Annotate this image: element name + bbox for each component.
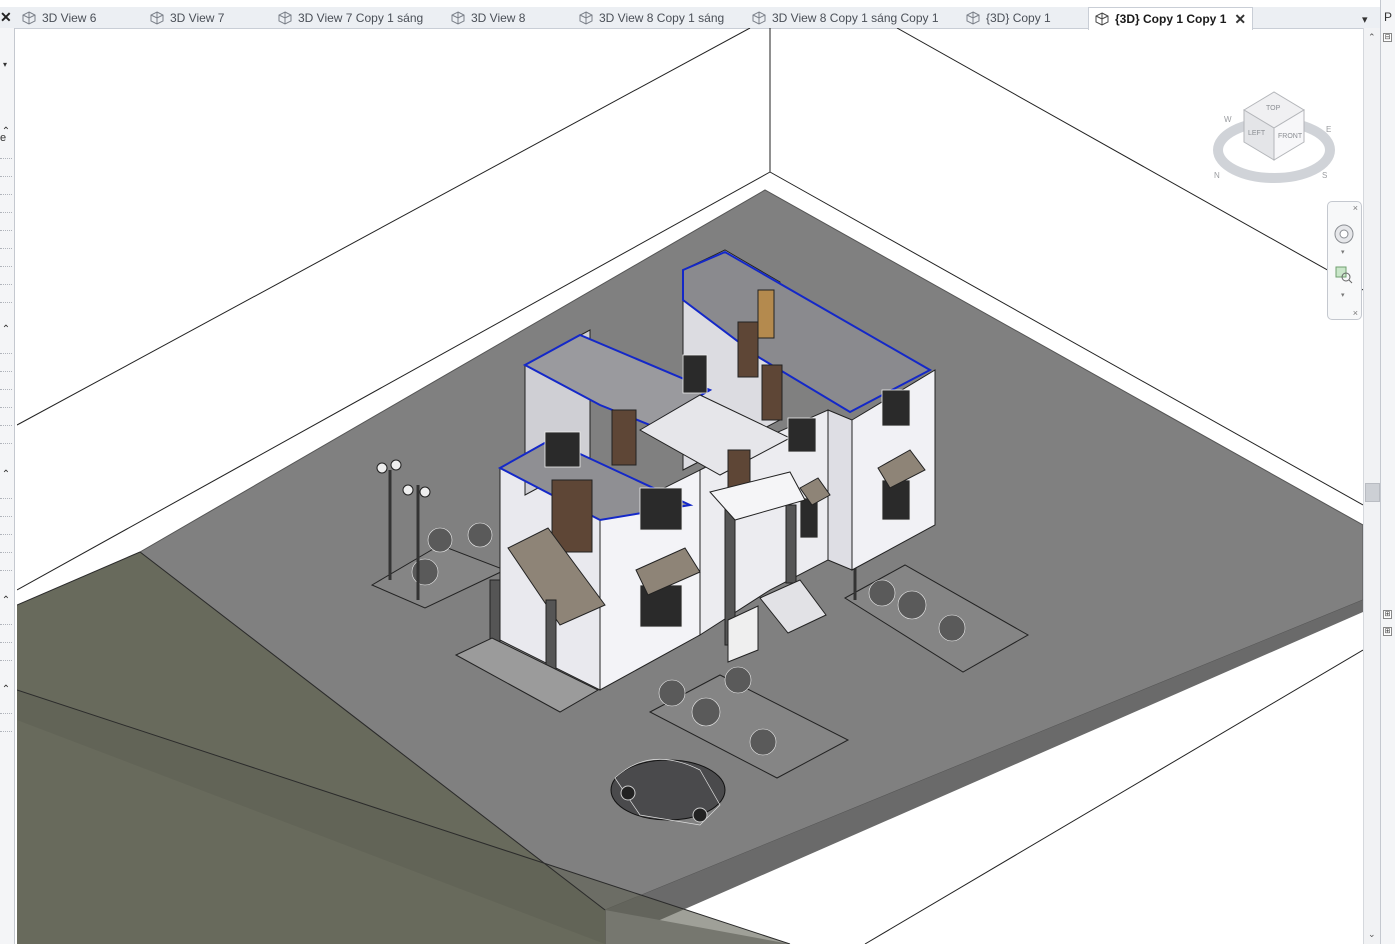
- expand-icon[interactable]: ⊞: [1383, 610, 1392, 619]
- panel-row[interactable]: [0, 230, 12, 231]
- scroll-up-icon[interactable]: ⌃: [1368, 32, 1376, 43]
- navigation-bar: × ▾ ▾ ×: [1327, 201, 1362, 320]
- panel-row[interactable]: [0, 552, 12, 553]
- tab-3d-view-8-copy-1-sang-copy-1[interactable]: 3D View 8 Copy 1 sáng Copy 1: [752, 7, 939, 28]
- panel-row[interactable]: [0, 194, 12, 195]
- panel-row[interactable]: [0, 158, 12, 159]
- panel-row[interactable]: [0, 642, 12, 643]
- compass-north: N: [1214, 171, 1220, 180]
- viewcube-top-label: TOP: [1266, 105, 1281, 112]
- panel-row[interactable]: [0, 425, 12, 426]
- tab-label: {3D} Copy 1 Copy 1: [1115, 12, 1227, 26]
- tab-label: 3D View 7 Copy 1 sáng: [298, 10, 424, 25]
- panel-row[interactable]: [0, 176, 12, 177]
- panel-row[interactable]: [0, 266, 12, 267]
- panel-row[interactable]: [0, 248, 12, 249]
- 3d-view-icon: [278, 10, 292, 25]
- panel-row[interactable]: [0, 284, 12, 285]
- viewcube-widget[interactable]: TOP LEFT FRONT N W S E: [1204, 80, 1344, 192]
- tab-label: {3D} Copy 1: [986, 10, 1051, 25]
- panel-title-fragment: P: [1384, 10, 1393, 24]
- collapse-icon[interactable]: ⌃: [0, 595, 12, 608]
- tab-3d-view-6[interactable]: 3D View 6: [22, 7, 96, 28]
- viewcube-front-label: FRONT: [1278, 133, 1303, 140]
- tab-menu-chevron-down-icon[interactable]: ▾: [1362, 13, 1368, 26]
- tab-label: 3D View 8 Copy 1 sáng: [599, 10, 725, 25]
- model-scene[interactable]: [17, 28, 1363, 944]
- panel-row[interactable]: [0, 302, 12, 303]
- 3d-view-icon: [752, 10, 766, 25]
- panel-row[interactable]: [0, 713, 12, 714]
- chevron-down-icon[interactable]: ▾: [1341, 291, 1345, 299]
- 3d-view-icon: [150, 10, 164, 25]
- panel-row[interactable]: [0, 371, 12, 372]
- collapse-icon[interactable]: ⌃: [0, 126, 12, 139]
- collapse-icon[interactable]: ⌃: [0, 684, 12, 697]
- tab-label: 3D View 7: [170, 10, 225, 25]
- compass-east: E: [1326, 125, 1331, 134]
- house-right-wing-front: [827, 409, 853, 571]
- 3d-view-icon: [579, 10, 593, 25]
- 3d-view-icon: [451, 10, 465, 25]
- scrollbar-thumb[interactable]: [1365, 483, 1380, 502]
- viewport-scrollbar[interactable]: ⌃ ⌄: [1363, 28, 1380, 944]
- chevron-down-icon[interactable]: ▾: [1341, 248, 1345, 256]
- collapse-icon[interactable]: ⌃: [0, 324, 12, 337]
- 3d-view-icon: [966, 10, 980, 25]
- close-icon[interactable]: ×: [1353, 203, 1358, 213]
- tab-label: 3D View 8: [471, 10, 526, 25]
- panel-row[interactable]: [0, 570, 12, 571]
- panel-row[interactable]: [0, 660, 12, 661]
- panel-row[interactable]: [0, 407, 12, 408]
- viewcube-left-label: LEFT: [1248, 130, 1266, 137]
- panel-row[interactable]: [0, 443, 12, 444]
- panel-row[interactable]: [0, 534, 12, 535]
- tab-3d-view-7[interactable]: 3D View 7: [150, 7, 224, 28]
- view-tab-bar: 3D View 6 3D View 7 3D View 7 Copy 1 sán…: [0, 7, 1380, 30]
- scroll-down-icon[interactable]: ⌄: [1368, 929, 1376, 940]
- project-browser-panel: ▾ e ⌃ ⌃ ⌃ ⌃ ⌃: [0, 28, 15, 944]
- steering-wheel-icon[interactable]: [1333, 223, 1355, 245]
- 3d-view-icon: [1095, 12, 1109, 26]
- collapse-icon[interactable]: ⊟: [1383, 33, 1392, 42]
- zoom-icon[interactable]: [1335, 266, 1353, 284]
- tab-3d-view-8[interactable]: 3D View 8: [451, 7, 525, 28]
- compass-south: S: [1322, 171, 1327, 180]
- panel-row[interactable]: [0, 498, 12, 499]
- tab-3d-copy-1-copy-1[interactable]: {3D} Copy 1 Copy 1 ✕: [1088, 7, 1254, 30]
- collapse-icon[interactable]: ⌃: [0, 469, 12, 482]
- panel-row[interactable]: [0, 389, 12, 390]
- close-icon[interactable]: ✕: [0, 9, 12, 26]
- close-icon[interactable]: ×: [1353, 308, 1358, 318]
- tab-label: 3D View 6: [42, 10, 97, 25]
- panel-row[interactable]: [0, 212, 12, 213]
- tab-label: 3D View 8 Copy 1 sáng Copy 1: [772, 10, 939, 25]
- close-icon[interactable]: ✕: [1234, 11, 1246, 28]
- expand-icon[interactable]: ⊞: [1383, 627, 1392, 636]
- panel-row[interactable]: [0, 516, 12, 517]
- tab-3d-view-7-copy-1-sang[interactable]: 3D View 7 Copy 1 sáng: [278, 7, 423, 28]
- 3d-view-icon: [22, 10, 36, 25]
- 3d-viewport[interactable]: [17, 28, 1363, 944]
- tab-3d-view-8-copy-1-sang[interactable]: 3D View 8 Copy 1 sáng: [579, 7, 724, 28]
- compass-west: W: [1224, 115, 1232, 124]
- panel-row[interactable]: [0, 624, 12, 625]
- panel-row[interactable]: [0, 731, 12, 732]
- tab-3d-copy-1[interactable]: {3D} Copy 1: [966, 7, 1051, 28]
- panel-row[interactable]: [0, 353, 12, 354]
- properties-panel: P ⊟ ⊞ ⊞: [1380, 0, 1395, 944]
- chevron-down-icon[interactable]: ▾: [3, 60, 7, 69]
